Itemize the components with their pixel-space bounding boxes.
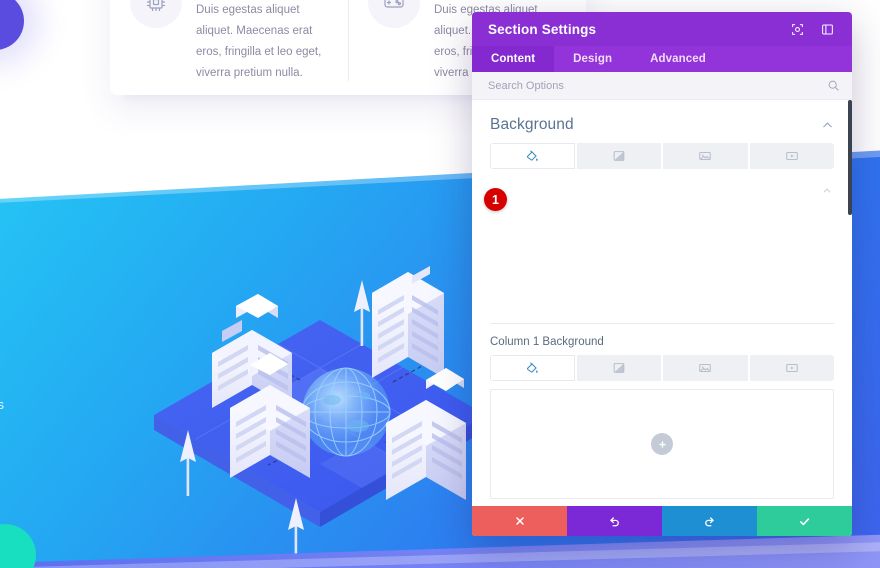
background-section-title: Background <box>490 116 574 133</box>
cpu-chip-icon <box>130 0 182 28</box>
chevron-up-small-icon[interactable] <box>822 183 832 201</box>
panel-footer[interactable] <box>472 506 852 536</box>
panel-tabs[interactable]: Content Design Advanced <box>472 46 852 72</box>
search-options-row[interactable] <box>472 72 852 100</box>
panel-scrollbar-thumb[interactable] <box>848 100 852 215</box>
search-input[interactable] <box>488 79 827 92</box>
tab-content[interactable]: Content <box>472 46 555 72</box>
column-1-background-label: Column 1 Background <box>490 336 604 348</box>
hero-line: lit ut eleifend <box>0 417 126 443</box>
screenshot-root: Pro ad litora , per inceptos lit ut elei… <box>0 0 880 568</box>
section-settings-panel[interactable]: Section Settings Content Design Advanced <box>472 12 852 536</box>
feature-text: Database Design Duis egestas aliquet ali… <box>196 0 330 95</box>
undo-button[interactable] <box>567 506 662 536</box>
column-background-gradient-tab[interactable] <box>574 355 661 381</box>
panel-body[interactable]: Background Column 1 Background <box>472 100 852 506</box>
hero-line: ad litora <box>0 366 126 392</box>
tab-design[interactable]: Design <box>554 46 631 72</box>
isometric-city-illustration <box>154 266 486 556</box>
feature-column-database-design[interactable]: Database Design Duis egestas aliquet ali… <box>110 0 348 95</box>
column-background-video-tab[interactable] <box>747 355 834 381</box>
search-icon[interactable] <box>827 79 840 92</box>
chevron-up-icon[interactable] <box>821 119 834 132</box>
expand-icon[interactable] <box>786 18 808 40</box>
discard-button[interactable] <box>472 506 567 536</box>
panel-header[interactable]: Section Settings <box>472 12 852 46</box>
hero-line: or nulla, id <box>0 443 126 469</box>
column-background-image-tab[interactable] <box>661 355 748 381</box>
background-color-preview[interactable] <box>490 177 834 305</box>
feature-body: Duis egestas aliquet aliquet. Maecenas e… <box>196 4 322 80</box>
hero-line: , per inceptos <box>0 396 5 412</box>
annotation-badge-1: 1 <box>484 188 507 211</box>
tab-advanced[interactable]: Advanced <box>631 46 725 72</box>
decorative-purple-circle <box>0 0 24 50</box>
column-background-color-tab[interactable] <box>490 355 575 381</box>
add-background-button[interactable] <box>651 433 673 455</box>
panel-layout-icon[interactable] <box>816 18 838 40</box>
redo-button[interactable] <box>662 506 757 536</box>
background-image-tab[interactable] <box>661 143 748 169</box>
background-video-tab[interactable] <box>747 143 834 169</box>
background-section-header[interactable]: Background <box>472 100 852 143</box>
column-background-preview[interactable] <box>490 389 834 499</box>
gamepad-icon <box>368 0 420 28</box>
panel-scroll-content: Background Column 1 Background <box>472 100 852 499</box>
save-button[interactable] <box>757 506 852 536</box>
hero-line: ringilla <box>0 495 126 521</box>
hero-body-text: ad litora , per inceptos lit ut eleifend… <box>0 366 126 520</box>
column-background-type-tabs[interactable] <box>490 355 834 381</box>
panel-title: Section Settings <box>488 21 597 37</box>
hero-line: sce porta <box>0 469 126 495</box>
panel-scrollbar[interactable] <box>848 100 852 506</box>
background-type-tabs[interactable] <box>490 143 834 169</box>
background-gradient-tab[interactable] <box>574 143 661 169</box>
background-color-tab[interactable] <box>490 143 575 169</box>
